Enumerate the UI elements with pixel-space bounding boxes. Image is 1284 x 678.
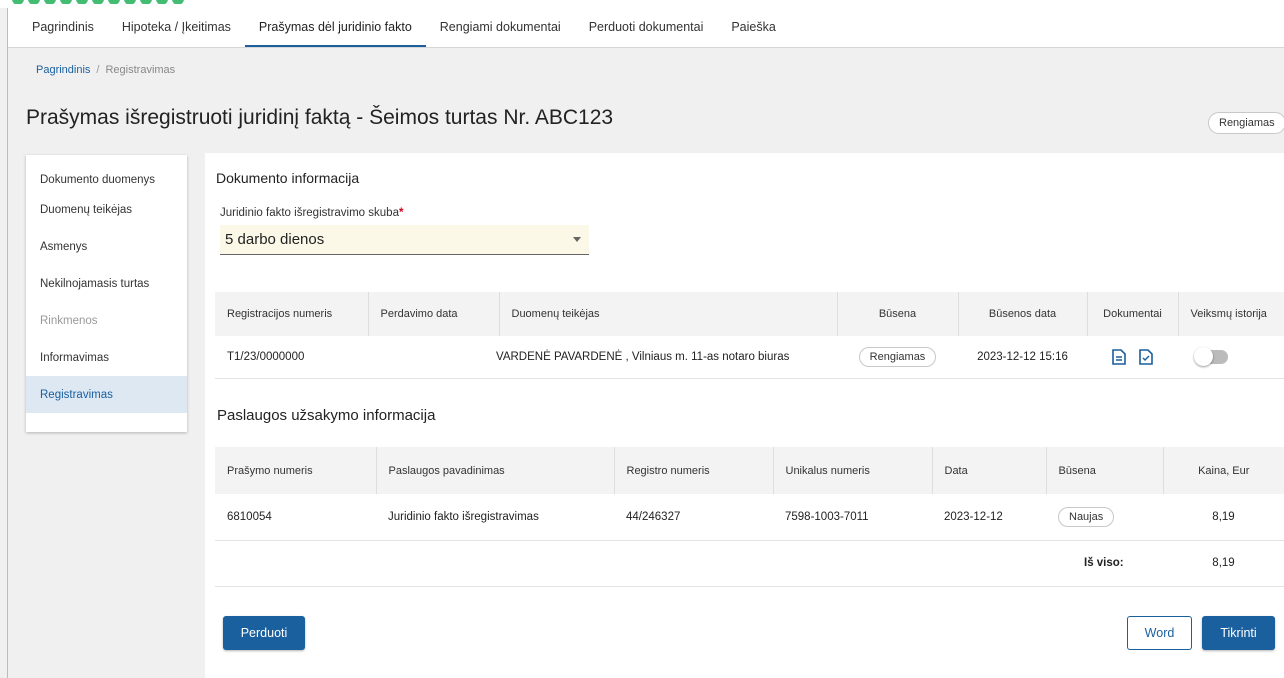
breadcrumb-home-link[interactable]: Pagrindinis: [36, 64, 90, 76]
service-info-title: Paslaugos užsakymo informacija: [217, 407, 436, 424]
total-label: Iš viso:: [1046, 540, 1163, 587]
sidebar-item-files: Rinkmenos: [40, 314, 98, 327]
required-mark: *: [398, 207, 404, 219]
col-service-name: Paslaugos pavadinimas: [376, 447, 615, 494]
total-value: 8,19: [1163, 540, 1284, 587]
sidebar-item-document-data[interactable]: Dokumento duomenys: [26, 155, 187, 191]
chevron-down-icon: [573, 237, 581, 242]
row-status-badge: Rengiamas: [858, 346, 937, 367]
tab-home[interactable]: Pagrindinis: [18, 8, 108, 47]
sidebar-item-persons[interactable]: Asmenys: [26, 228, 187, 265]
service-status-cell: Naujas: [1046, 494, 1163, 541]
top-strip: [0, 0, 1284, 8]
col-documents: Dokumentai: [1087, 292, 1179, 336]
col-request-number: Prašymo numeris: [215, 447, 377, 494]
col-unique-number: Unikalus numeris: [773, 447, 933, 494]
row-status-cell: Rengiamas: [837, 336, 958, 379]
col-action-history: Veiksmų istorija: [1178, 292, 1284, 336]
register-number: 44/246327: [614, 494, 773, 541]
registration-number: T1/23/0000000: [215, 336, 368, 379]
history-toggle-cell: [1178, 336, 1284, 379]
col-status-date: Būsenos data: [958, 292, 1088, 336]
tab-mortgage[interactable]: Hipoteka / Įkeitimas: [108, 8, 245, 47]
urgency-select-value: 5 darbo dienos: [225, 231, 325, 248]
price: 8,19: [1163, 494, 1284, 541]
request-number: 6810054: [215, 494, 376, 541]
service-date: 2023-12-12: [932, 494, 1046, 541]
left-edge: [0, 8, 8, 678]
page-status-badge: Rengiamas: [1208, 112, 1284, 134]
transfer-date: [368, 336, 499, 379]
check-button[interactable]: Tikrinti: [1202, 616, 1275, 650]
tab-search[interactable]: Paieška: [717, 8, 789, 47]
table-row: 6810054 Juridinio fakto išregistravimas …: [215, 494, 1284, 541]
col-price: Kaina, Eur: [1163, 447, 1284, 494]
document-icon[interactable]: [1112, 348, 1126, 365]
main-content: Dokumento informacija Juridinio fakto iš…: [205, 153, 1284, 678]
tab-legal-fact-request[interactable]: Prašymas dėl juridinio fakto: [244, 8, 426, 47]
breadcrumb-current: Registravimas: [105, 64, 176, 76]
service-table: Prašymo numeris Paslaugos pavadinimas Re…: [215, 447, 1284, 587]
top-navigation: Pagrindinis Hipoteka / Įkeitimas Prašyma…: [8, 8, 1284, 48]
breadcrumb-separator: /: [96, 64, 100, 76]
tab-drafts[interactable]: Rengiami dokumentai: [426, 8, 575, 47]
data-provider: VARDENĖ PAVARDENĖ , Vilniaus m. 11-as no…: [496, 336, 834, 379]
sidebar-item-registration[interactable]: Registravimas: [26, 376, 187, 413]
col-transfer-date: Perdavimo data: [368, 292, 500, 336]
unique-number: 7598-1003-7011: [773, 494, 932, 541]
total-row: Iš viso: 8,19: [215, 540, 1284, 587]
status-date: 2023-12-12 15:16: [958, 336, 1087, 379]
col-data-provider: Duomenų teikėjas: [499, 292, 838, 336]
word-button[interactable]: Word: [1127, 616, 1192, 650]
service-status-badge: Naujas: [1058, 506, 1115, 527]
section-sidebar: Dokumento duomenys Duomenų teikėjas Asme…: [26, 155, 187, 432]
urgency-select[interactable]: 5 darbo dienos: [220, 225, 589, 255]
sidebar-item-data-provider[interactable]: Duomenų teikėjas: [26, 191, 187, 228]
col-register-number: Registro numeris: [614, 447, 774, 494]
cropped-header-glimpse: [12, 0, 202, 4]
history-toggle[interactable]: [1194, 346, 1228, 366]
col-service-status: Būsena: [1046, 447, 1164, 494]
sidebar-item-real-estate[interactable]: Nekilnojamasis turtas: [26, 265, 187, 302]
col-date: Data: [932, 447, 1047, 494]
page-title: Prašymas išregistruoti juridinį faktą - …: [26, 106, 614, 129]
document-check-icon[interactable]: [1139, 348, 1153, 365]
service-name: Juridinio fakto išregistravimas: [376, 494, 614, 541]
documents-cell: [1087, 336, 1178, 379]
breadcrumb: Pagrindinis / Registravimas: [36, 64, 175, 76]
document-table: Registracijos numeris Perdavimo data Duo…: [215, 292, 1284, 379]
col-registration-number: Registracijos numeris: [215, 292, 369, 336]
sidebar-item-notification[interactable]: Informavimas: [26, 339, 187, 376]
urgency-label: Juridinio fakto išregistravimo skuba*: [220, 207, 404, 219]
col-status: Būsena: [837, 292, 959, 336]
transfer-button[interactable]: Perduoti: [223, 616, 305, 650]
tab-transferred[interactable]: Perduoti dokumentai: [575, 8, 718, 47]
doc-info-title: Dokumento informacija: [216, 170, 360, 186]
table-row: T1/23/0000000 VARDENĖ PAVARDENĖ , Vilnia…: [215, 336, 1284, 379]
